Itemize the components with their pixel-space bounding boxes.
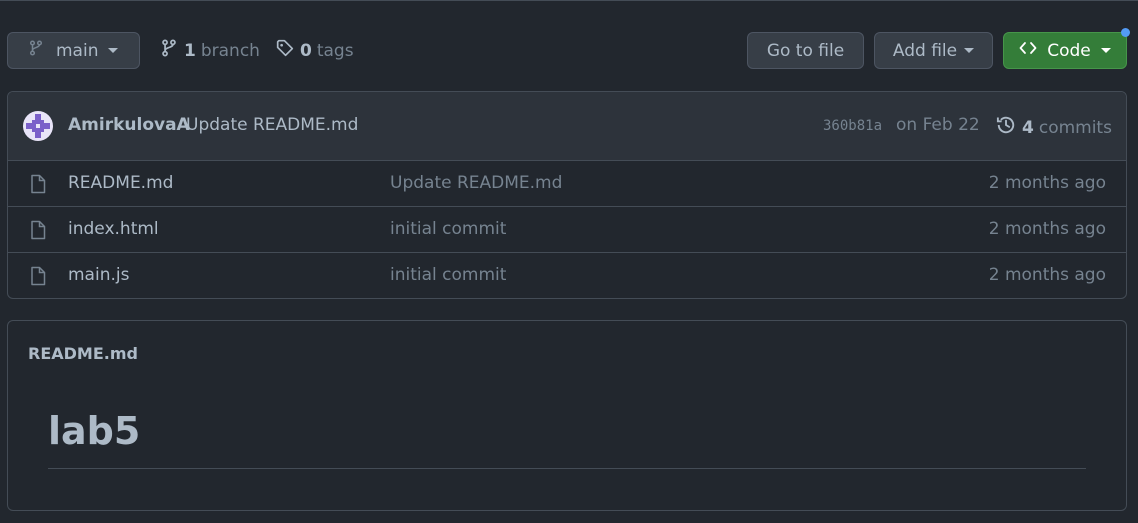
- branch-count: 1: [184, 40, 196, 61]
- file-age: 2 months ago: [988, 173, 1106, 193]
- code-button[interactable]: Code: [1003, 32, 1127, 69]
- file-icon: [30, 174, 46, 198]
- file-age: 2 months ago: [988, 265, 1106, 285]
- latest-commit-row: AmirkulovaA Update README.md 360b81a on …: [8, 92, 1126, 161]
- tag-label: tags: [316, 40, 354, 61]
- commit-label: commits: [1038, 117, 1112, 138]
- tags-link[interactable]: 0 tags: [276, 32, 354, 69]
- top-divider: [0, 0, 1138, 1]
- code-label: Code: [1047, 40, 1091, 61]
- file-row[interactable]: main.js initial commit 2 months ago: [8, 253, 1126, 298]
- readme-panel: README.md lab5: [7, 320, 1127, 511]
- git-branch-icon: [160, 39, 178, 62]
- tag-icon: [276, 39, 294, 62]
- commit-sha[interactable]: 360b81a: [823, 118, 882, 134]
- chevron-down-icon: [1100, 48, 1111, 53]
- branch-name: main: [56, 40, 99, 61]
- go-to-file-button[interactable]: Go to file: [747, 32, 864, 69]
- file-name[interactable]: index.html: [68, 219, 159, 239]
- file-row[interactable]: index.html initial commit 2 months ago: [8, 207, 1126, 253]
- notification-dot: [1121, 28, 1130, 37]
- commit-date: on Feb 22: [896, 115, 980, 135]
- file-icon: [30, 266, 46, 290]
- commit-author[interactable]: AmirkulovaA: [68, 115, 190, 135]
- readme-heading-divider: [48, 468, 1086, 469]
- history-icon: [996, 115, 1016, 140]
- file-name[interactable]: README.md: [68, 173, 173, 193]
- branch-select-button[interactable]: main: [7, 32, 140, 69]
- readme-title[interactable]: README.md: [28, 344, 138, 363]
- readme-heading: lab5: [48, 409, 141, 453]
- file-row[interactable]: README.md Update README.md 2 months ago: [8, 161, 1126, 207]
- add-file-label: Add file: [892, 40, 958, 61]
- commit-message[interactable]: Update README.md: [186, 115, 358, 135]
- file-name[interactable]: main.js: [68, 265, 129, 285]
- file-age: 2 months ago: [988, 219, 1106, 239]
- file-list: AmirkulovaA Update README.md 360b81a on …: [7, 91, 1127, 299]
- branches-link[interactable]: 1 branch: [160, 32, 260, 69]
- code-icon: [1019, 40, 1037, 61]
- file-commit-message[interactable]: Update README.md: [390, 173, 562, 193]
- branch-label: branch: [200, 40, 260, 61]
- file-commit-message[interactable]: initial commit: [390, 265, 506, 285]
- file-commit-message[interactable]: initial commit: [390, 219, 506, 239]
- tag-count: 0: [300, 40, 312, 61]
- repo-toolbar: main 1 branch 0 tags Go to file Add file…: [7, 32, 1127, 71]
- avatar[interactable]: [23, 111, 53, 141]
- commits-link[interactable]: 4 commits: [996, 115, 1112, 140]
- chevron-down-icon: [964, 48, 975, 53]
- chevron-down-icon: [108, 48, 119, 53]
- file-icon: [30, 220, 46, 244]
- add-file-button[interactable]: Add file: [874, 32, 993, 69]
- commit-count: 4: [1022, 117, 1034, 138]
- git-branch-icon: [28, 40, 44, 61]
